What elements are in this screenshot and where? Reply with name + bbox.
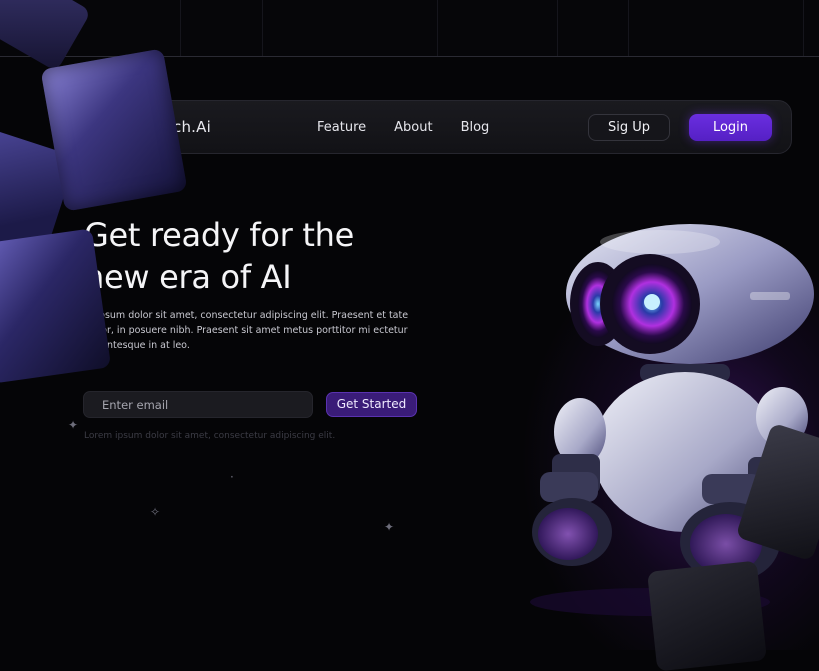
- decorative-cube: [40, 48, 188, 212]
- decorative-cube: [0, 228, 112, 384]
- top-strip: [0, 0, 819, 57]
- divider: [262, 0, 263, 56]
- divider: [803, 0, 804, 56]
- sparkle-icon: ✦: [384, 520, 395, 534]
- nav-links: Feature About Blog: [317, 120, 489, 135]
- divider: [437, 0, 438, 56]
- fine-print: Lorem ipsum dolor sit amet, consectetur …: [84, 431, 336, 441]
- nav-link-blog[interactable]: Blog: [461, 120, 490, 135]
- divider: [180, 0, 181, 56]
- email-input[interactable]: [83, 391, 313, 418]
- brand-logo-text[interactable]: ch.Ai: [173, 118, 211, 136]
- login-button[interactable]: Login: [689, 114, 772, 141]
- signup-button[interactable]: Sig Up: [588, 114, 670, 141]
- navbar: ch.Ai Feature About Blog Sig Up Login: [126, 100, 792, 154]
- nav-link-about[interactable]: About: [394, 120, 432, 135]
- hero-title: Get ready for the new era of AI: [84, 214, 354, 298]
- sparkle-icon: ·: [230, 470, 234, 484]
- hero-description: m ipsum dolor sit amet, consectetur adip…: [84, 310, 409, 351]
- sparkle-icon: ✧: [150, 505, 161, 519]
- nav-link-feature[interactable]: Feature: [317, 120, 366, 135]
- hero-title-line-1: Get ready for the: [84, 216, 354, 254]
- get-started-button[interactable]: Get Started: [326, 392, 417, 417]
- decorative-cube: [647, 560, 767, 671]
- sparkle-icon: ✦: [68, 418, 79, 432]
- hero-title-line-2: new era of AI: [84, 258, 292, 296]
- divider: [628, 0, 629, 56]
- divider: [557, 0, 558, 56]
